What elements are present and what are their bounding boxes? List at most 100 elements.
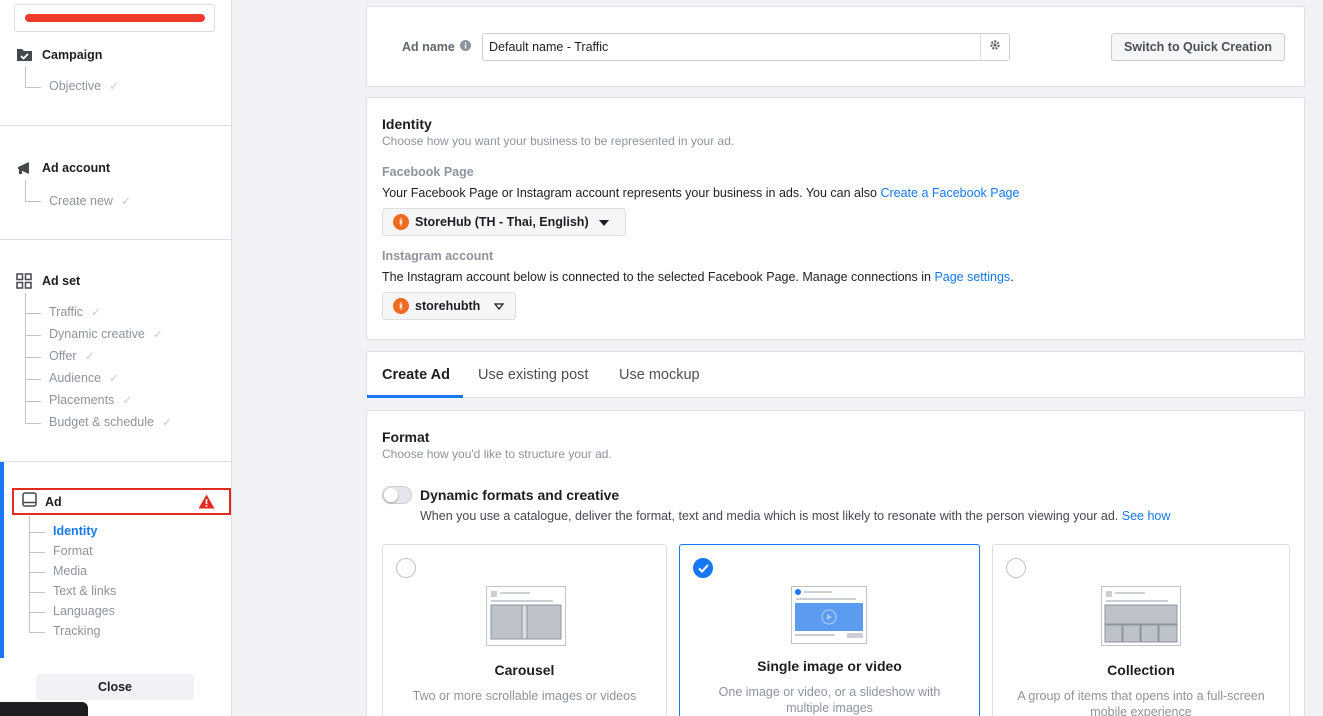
create-facebook-page-link[interactable]: Create a Facebook Page — [880, 186, 1019, 200]
ad-name-label: Ad name — [402, 40, 455, 54]
dynamic-formats-description-text: When you use a catalogue, deliver the fo… — [420, 509, 1122, 523]
close-button[interactable]: Close — [36, 674, 194, 700]
sidebar-item-placements[interactable]: Placements ✓ — [49, 393, 132, 407]
sidebar-section-label: Ad — [45, 494, 62, 509]
page-settings-link[interactable]: Page settings — [934, 270, 1010, 284]
storehubth-avatar-icon: ᚼ — [393, 298, 409, 314]
see-how-link[interactable]: See how — [1122, 509, 1171, 523]
check-icon: ✓ — [161, 415, 173, 429]
instagram-account-dropdown[interactable]: ᚼ storehubth — [382, 292, 516, 320]
sidebar-item-label: Objective — [49, 79, 102, 93]
sidebar-item-media[interactable]: Media — [53, 564, 87, 578]
single-image-title: Single image or video — [757, 658, 902, 674]
check-icon: ✓ — [120, 194, 131, 208]
sidebar-section-ad-account[interactable]: Ad account — [16, 160, 110, 176]
sidebar-section-ad[interactable]: Ad — [12, 488, 231, 515]
sidebar-item-format[interactable]: Format — [53, 544, 93, 558]
sidebar-section-ad-set[interactable]: Ad set — [16, 273, 80, 289]
sidebar-item-label: Placements — [49, 393, 115, 407]
sidebar-item-text-links[interactable]: Text & links — [53, 584, 116, 598]
active-tab-underline — [367, 395, 463, 398]
redacted-account-name — [14, 4, 215, 32]
tab-create-ad[interactable]: Create Ad — [382, 352, 450, 398]
ad-name-card: Ad name Switch to Quick Creation — [366, 6, 1305, 87]
instagram-description: The Instagram account below is connected… — [382, 270, 1014, 284]
warning-icon — [198, 494, 215, 514]
sidebar-item-label: Budget & schedule — [49, 415, 154, 429]
gear-icon — [989, 38, 1001, 56]
sidebar-section-campaign[interactable]: Campaign — [16, 47, 102, 63]
format-option-carousel[interactable]: Carousel Two or more scrollable images o… — [382, 544, 667, 716]
identity-card: Identity Choose how you want your busine… — [366, 97, 1305, 340]
collection-illustration-icon — [1101, 586, 1181, 646]
sidebar-item-objective[interactable]: Objective ✓ — [49, 79, 119, 93]
sidebar-item-tracking[interactable]: Tracking — [53, 624, 100, 638]
format-subtitle: Choose how you'd like to structure your … — [382, 447, 612, 461]
single-image-illustration-icon — [791, 586, 867, 644]
instagram-description-text: The Instagram account below is connected… — [382, 270, 935, 284]
sidebar-item-budget-schedule[interactable]: Budget & schedule ✓ — [49, 415, 172, 429]
dynamic-formats-toggle[interactable] — [382, 486, 412, 504]
caret-down-outline-icon — [494, 299, 505, 313]
sidebar-item-identity[interactable]: Identity — [53, 524, 97, 538]
sidebar-item-label: Dynamic creative — [49, 327, 145, 341]
collection-description: A group of items that opens into a full-… — [1017, 689, 1265, 716]
format-card: Format Choose how you'd like to structur… — [366, 410, 1305, 716]
carousel-illustration-icon — [486, 586, 566, 646]
check-icon: ✓ — [109, 79, 120, 93]
format-option-single-image-or-video[interactable]: Single image or video One image or video… — [679, 544, 980, 716]
switch-to-quick-creation-button[interactable]: Switch to Quick Creation — [1111, 33, 1285, 61]
facebook-page-selected: StoreHub (TH - Thai, English) — [415, 215, 589, 229]
check-icon: ✓ — [122, 393, 133, 407]
sidebar-item-label: Traffic — [49, 305, 84, 319]
facebook-page-label: Facebook Page — [382, 165, 474, 179]
check-icon: ✓ — [91, 305, 102, 319]
ad-name-input[interactable] — [483, 34, 980, 60]
dynamic-formats-description: When you use a catalogue, deliver the fo… — [420, 509, 1170, 523]
sidebar: Campaign Objective ✓ Ad account Create n… — [0, 0, 232, 716]
storehub-avatar-icon: ᚼ — [393, 214, 409, 230]
tab-label: Use mockup — [619, 367, 700, 383]
folder-check-icon — [16, 47, 34, 63]
tab-label: Create Ad — [382, 367, 450, 383]
sidebar-item-create-new[interactable]: Create new ✓ — [49, 194, 131, 208]
tab-use-existing-post[interactable]: Use existing post — [478, 352, 588, 398]
check-icon — [697, 563, 709, 573]
sidebar-item-traffic[interactable]: Traffic ✓ — [49, 305, 101, 319]
check-icon: ✓ — [109, 371, 120, 385]
sidebar-item-label: Offer — [49, 349, 77, 363]
sidebar-section-label: Ad set — [42, 274, 81, 288]
instagram-description-suffix: . — [1010, 270, 1014, 284]
sidebar-section-label: Campaign — [42, 48, 103, 62]
identity-title: Identity — [382, 116, 432, 132]
instagram-account-label: Instagram account — [382, 249, 494, 263]
caret-down-icon — [598, 215, 609, 229]
ad-name-field — [482, 33, 1010, 61]
sidebar-item-label: Create new — [49, 194, 113, 208]
format-option-collection[interactable]: Collection A group of items that opens i… — [992, 544, 1290, 716]
ad-name-label-row: Ad name — [402, 40, 471, 54]
sidebar-item-languages[interactable]: Languages — [53, 604, 115, 618]
sidebar-item-dynamic-creative[interactable]: Dynamic creative ✓ — [49, 327, 163, 341]
collection-radio[interactable] — [1006, 558, 1026, 578]
megaphone-icon — [16, 160, 34, 176]
check-icon: ✓ — [84, 349, 95, 363]
facebook-page-description-text: Your Facebook Page or Instagram account … — [382, 186, 881, 200]
tab-label: Use existing post — [478, 367, 589, 383]
sidebar-section-label: Ad account — [42, 161, 111, 175]
single-image-description: One image or video, or a slideshow with … — [718, 685, 941, 715]
instagram-account-selected: storehubth — [415, 299, 481, 313]
bottom-overlay — [0, 702, 88, 716]
carousel-radio[interactable] — [396, 558, 416, 578]
tab-use-mockup[interactable]: Use mockup — [619, 352, 700, 398]
grid-icon — [16, 273, 34, 289]
info-icon[interactable] — [459, 40, 471, 54]
facebook-page-dropdown[interactable]: ᚼ StoreHub (TH - Thai, English) — [382, 208, 626, 236]
single-image-radio[interactable] — [693, 558, 713, 578]
ad-creation-tabs: Create Ad Use existing post Use mockup — [366, 351, 1305, 398]
sidebar-item-offer[interactable]: Offer ✓ — [49, 349, 95, 363]
ad-name-settings-button[interactable] — [980, 34, 1009, 60]
sidebar-item-label: Audience — [49, 371, 102, 385]
sidebar-item-audience[interactable]: Audience ✓ — [49, 371, 119, 385]
format-title: Format — [382, 429, 430, 445]
